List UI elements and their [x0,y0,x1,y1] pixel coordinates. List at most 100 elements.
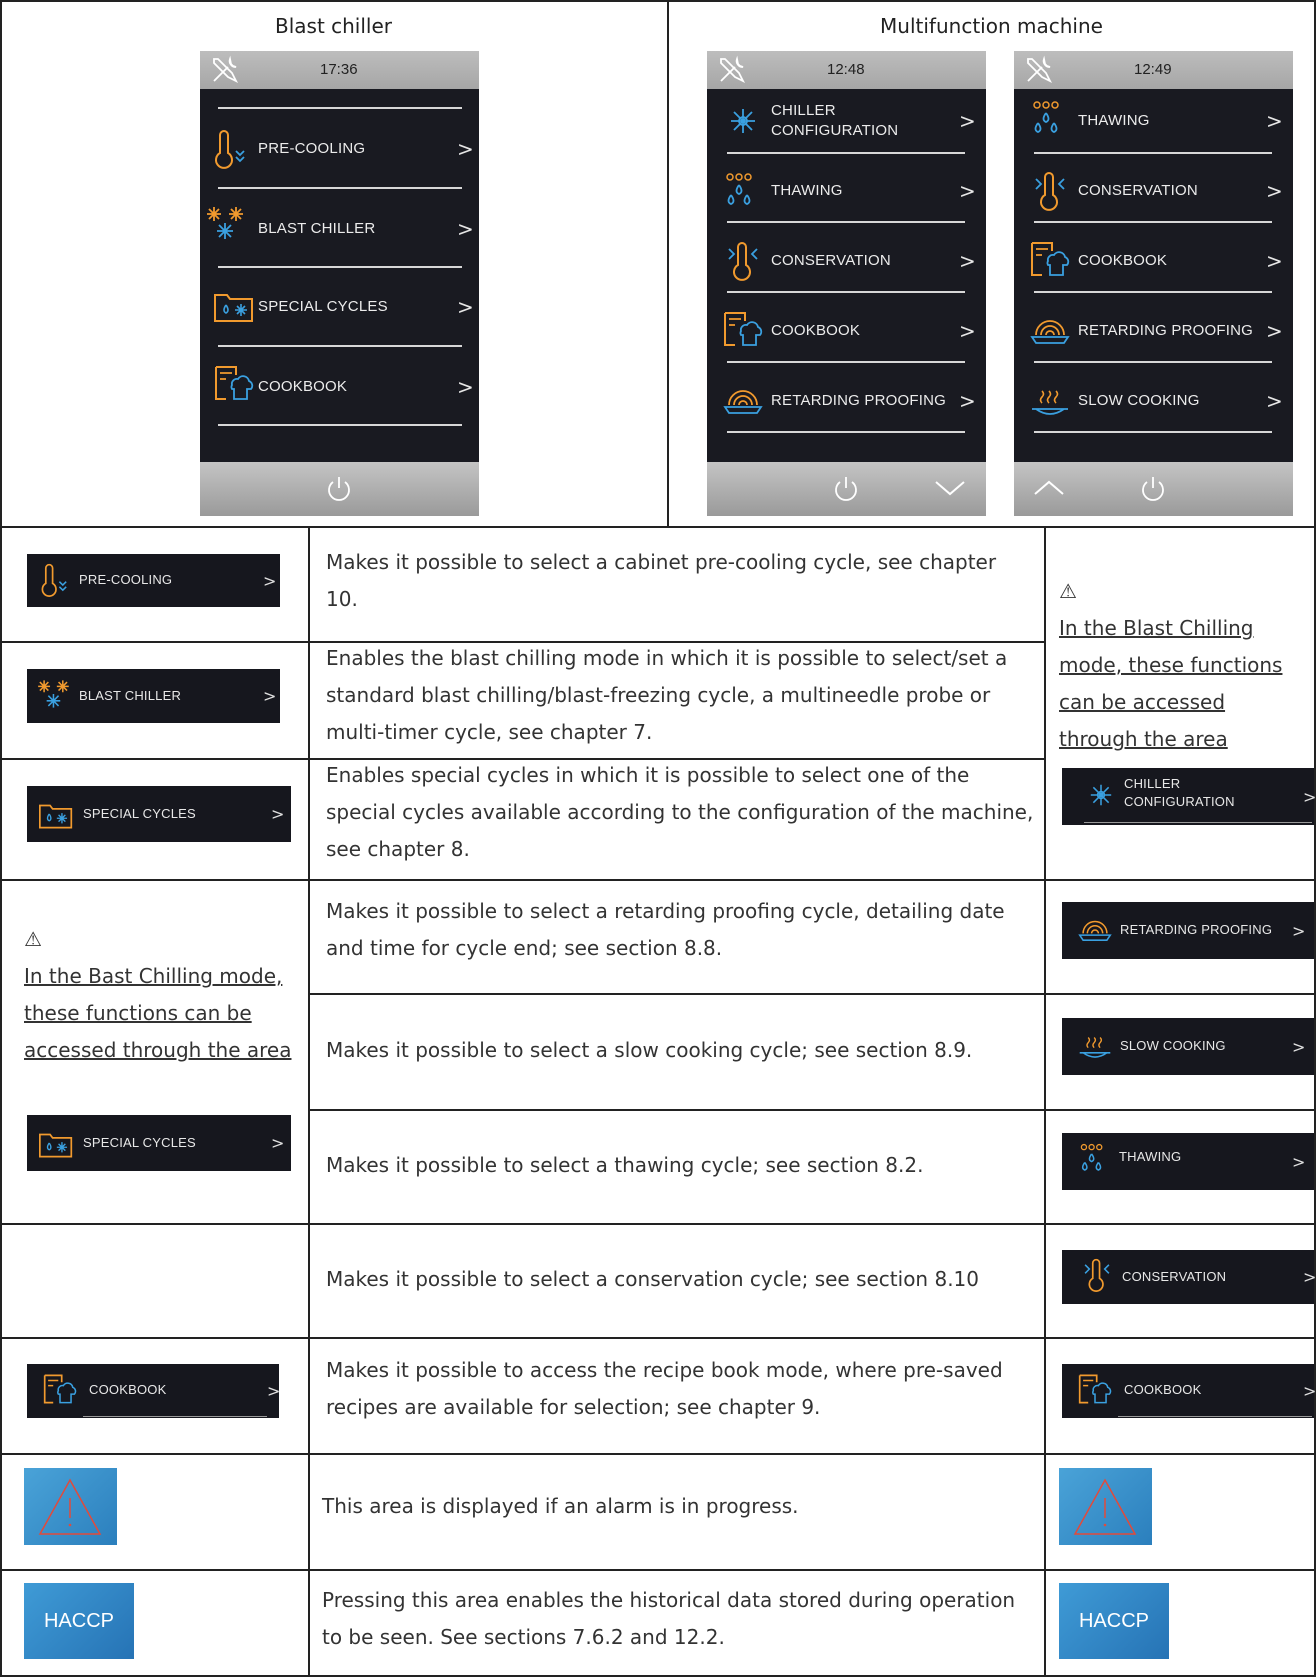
chevron-right-icon: > [1292,1037,1306,1056]
blast-chiller-screen: 17:36 PRE-COOLING > BLAST CHILLER > SPEC… [200,51,479,516]
menu-item-cookbook[interactable]: COOKBOOK > [707,303,986,363]
chevron-right-icon: > [959,179,976,203]
multifunction-screen-2: 12:49 THAWING > CONSERVATION > COOKBOOK … [1014,51,1293,516]
button-label: SPECIAL CYCLES [83,1135,196,1150]
blast-chilling-note: ⚠ In the Blast Chilling mode, these func… [1059,573,1309,758]
alarm-triangle-icon [1059,1468,1152,1545]
thawing-icon [1028,99,1072,139]
snowflakes-icon [37,677,75,711]
special-cycles-button[interactable]: SPECIAL CYCLES > [27,786,291,842]
button-label: CONFIGURATION [1124,794,1235,809]
conservation-icon [721,241,765,281]
menu-item-special-cycles[interactable]: SPECIAL CYCLES > [200,279,479,339]
thawing-description: Makes it possible to select a thawing cy… [326,1153,924,1177]
menu-label: THAWING [1078,112,1150,129]
chiller-configuration-icon [1082,778,1120,812]
menu-item-chiller-configuration[interactable]: CHILLER CONFIGURATION > [707,91,986,151]
special-cycles-button[interactable]: SPECIAL CYCLES > [27,1115,291,1171]
screen-top-bar: 12:48 [707,51,986,89]
button-label: PRE-COOLING [79,572,173,587]
pre-cooling-button[interactable]: PRE-COOLING > [27,554,280,607]
menu-label: BLAST CHILLER [258,220,376,237]
haccp-button[interactable]: HACCP [24,1583,134,1659]
menu-label: PRE-COOLING [258,140,366,157]
button-label: SPECIAL CYCLES [83,806,196,821]
power-icon[interactable] [325,475,353,503]
chevron-down-icon[interactable] [933,476,967,500]
wrench-icon[interactable] [210,55,240,85]
power-icon[interactable] [1139,475,1167,503]
header-multifunction: Multifunction machine [880,14,1103,38]
alarm-area[interactable] [1059,1468,1152,1545]
chiller-configuration-button[interactable]: CHILLER CONFIGURATION > [1062,768,1316,825]
snowflakes-icon [206,203,250,243]
conservation-icon [1078,1258,1116,1292]
chevron-right-icon: > [1292,1152,1306,1171]
warning-icon: ⚠ [1059,579,1077,603]
menu-item-conservation[interactable]: CONSERVATION > [1014,163,1293,223]
cookbook-icon [212,363,256,403]
retarding-proofing-icon [1076,913,1114,947]
menu-item-retarding-proofing[interactable]: RETARDING PROOFING > [1014,303,1293,363]
wrench-icon[interactable] [717,55,747,85]
screen-bottom-bar [200,462,479,516]
button-label: THAWING [1119,1149,1182,1164]
conservation-icon [1028,171,1072,211]
haccp-description: Pressing this area enables the historica… [322,1588,1016,1649]
thawing-icon [721,171,765,211]
menu-item-slow-cooking[interactable]: SLOW COOKING > [1014,373,1293,433]
bast-chilling-note: ⚠ In the Bast Chilling mode, these funct… [24,921,304,1069]
menu-label: CONSERVATION [771,252,891,269]
menu-item-retarding-proofing[interactable]: RETARDING PROOFING > [707,373,986,433]
menu-label: COOKBOOK [258,378,348,395]
slow-cooking-button[interactable]: SLOW COOKING > [1062,1018,1314,1075]
haccp-button[interactable]: HACCP [1059,1583,1169,1659]
multifunction-screen-1: 12:48 CHILLER CONFIGURATION > THAWING > … [707,51,986,516]
chevron-up-icon[interactable] [1032,476,1066,500]
menu-label: CHILLER [771,102,836,119]
wrench-icon[interactable] [1024,55,1054,85]
menu-item-conservation[interactable]: CONSERVATION > [707,233,986,293]
thawing-button[interactable]: THAWING > [1062,1133,1314,1190]
chevron-right-icon: > [1266,179,1283,203]
chevron-right-icon: > [1266,249,1283,273]
cookbook-button[interactable]: COOKBOOK > [1062,1364,1316,1418]
cookbook-button[interactable]: COOKBOOK > [27,1364,281,1418]
special-cycles-folder-icon [37,1126,75,1160]
menu-item-thawing[interactable]: THAWING > [707,163,986,223]
menu-label: RETARDING PROOFING [771,392,946,409]
menu-item-pre-cooling[interactable]: PRE-COOLING > [200,121,479,181]
menu-item-thawing[interactable]: THAWING > [1014,93,1293,153]
thermometer-down-icon [37,563,75,597]
clock-time: 12:49 [1134,61,1172,78]
chevron-right-icon: > [1303,1267,1316,1287]
chevron-right-icon: > [267,1381,281,1401]
chevron-right-icon: > [1292,921,1306,940]
cookbook-icon [1028,239,1072,279]
chevron-right-icon: > [457,217,474,241]
chevron-right-icon: > [959,249,976,273]
menu-item-cookbook[interactable]: COOKBOOK > [200,359,479,419]
alarm-area[interactable] [24,1468,117,1545]
chevron-right-icon: > [1303,1381,1316,1401]
header-blast-chiller: Blast chiller [274,14,393,38]
slow-cooking-description: Makes it possible to select a slow cooki… [326,1038,973,1062]
retarding-proofing-description: Makes it possible to select a retarding … [326,899,1005,960]
blast-chiller-button[interactable]: BLAST CHILLER > [27,669,280,723]
menu-label: CONSERVATION [1078,182,1198,199]
power-icon[interactable] [832,475,860,503]
conservation-button[interactable]: CONSERVATION > [1062,1250,1316,1304]
chevron-right-icon: > [457,137,474,161]
blast-chiller-description: Enables the blast chilling mode in which… [326,646,1008,744]
menu-label: RETARDING PROOFING [1078,322,1253,339]
retarding-proofing-button[interactable]: RETARDING PROOFING > [1062,902,1314,959]
screen-bottom-bar [707,462,986,516]
retarding-proofing-icon [721,381,765,421]
button-label: COOKBOOK [1124,1382,1202,1397]
button-label: COOKBOOK [89,1382,167,1397]
alarm-triangle-icon [24,1468,117,1545]
menu-item-blast-chiller[interactable]: BLAST CHILLER > [200,201,479,261]
menu-item-cookbook[interactable]: COOKBOOK > [1014,233,1293,293]
chevron-right-icon: > [959,319,976,343]
chevron-right-icon: > [1266,389,1283,413]
